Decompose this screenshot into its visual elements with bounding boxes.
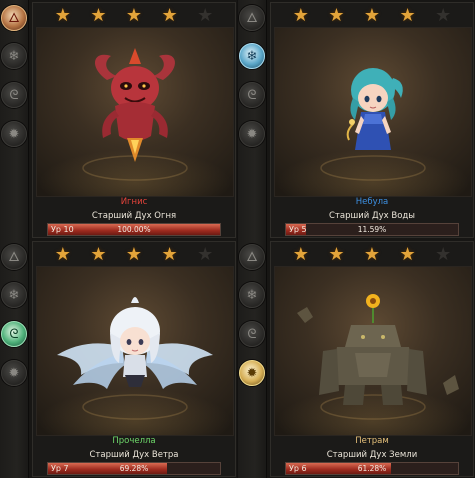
star-icon: ★ xyxy=(328,244,345,265)
wind-icon[interactable]: ᘓ xyxy=(1,82,27,108)
fire-spirit-figure xyxy=(82,48,188,181)
star-empty-icon: ★ xyxy=(435,5,452,26)
star-empty-icon: ★ xyxy=(197,244,214,265)
star-icon: ★ xyxy=(328,5,345,26)
fire-icon[interactable]: 🜂 xyxy=(1,5,27,31)
star-rating: ★ ★ ★ ★ ★ xyxy=(33,3,235,29)
spirit-panel-fire: 🜂 ❄ ᘓ ✹ ★ ★ ★ ★ ★ Игнис Старший Дух Огня… xyxy=(0,0,237,239)
spirit-panel-wind: 🜂 ❄ ᘓ ✹ ★ ★ ★ ★ ★ Прочелла Старший Дух В… xyxy=(0,239,237,478)
spirit-card: ★ ★ ★ ★ ★ xyxy=(32,241,236,477)
star-icon: ★ xyxy=(161,244,178,265)
star-icon: ★ xyxy=(399,5,416,26)
wind-icon[interactable]: ᘓ xyxy=(1,321,27,347)
fire-icon[interactable]: 🜂 xyxy=(239,244,265,270)
element-sidebar: 🜂 ❄ ᘓ ✹ xyxy=(238,0,267,239)
earth-icon[interactable]: ✹ xyxy=(1,121,27,147)
earth-spirit-figure xyxy=(297,294,459,420)
spirit-title: Старший Дух Земли xyxy=(326,450,418,460)
earth-icon[interactable]: ✹ xyxy=(239,121,265,147)
spirit-card: ★ ★ ★ ★ ★ xyxy=(270,2,474,238)
spirit-portrait-stage xyxy=(274,27,472,197)
star-empty-icon: ★ xyxy=(197,5,214,26)
star-icon: ★ xyxy=(292,5,309,26)
spirit-panel-water: 🜂 ❄ ᘓ ✹ ★ ★ ★ ★ ★ Небула Старший Дух Вод… xyxy=(238,0,475,239)
star-icon: ★ xyxy=(399,244,416,265)
snowflake-icon[interactable]: ❄ xyxy=(239,43,265,69)
progress-percent: 100.00% xyxy=(117,225,151,234)
star-icon: ★ xyxy=(90,5,107,26)
star-rating: ★ ★ ★ ★ ★ xyxy=(33,242,235,268)
spirit-name: Игнис xyxy=(120,197,148,207)
star-empty-icon: ★ xyxy=(435,244,452,265)
spirit-name: Небула xyxy=(355,197,389,207)
star-rating: ★ ★ ★ ★ ★ xyxy=(271,3,473,29)
element-sidebar: 🜂 ❄ ᘓ ✹ xyxy=(0,239,29,478)
spirit-title: Старший Дух Огня xyxy=(91,211,177,221)
spirit-title: Старший Дух Воды xyxy=(328,211,416,221)
level-progress-bar: Ур 6 61.28% xyxy=(285,462,459,475)
water-spirit-figure xyxy=(320,68,426,181)
star-icon: ★ xyxy=(363,244,381,265)
progress-percent: 69.28% xyxy=(119,464,149,473)
spirit-panel-earth: 🜂 ❄ ᘓ ✹ ★ ★ ★ ★ ★ Петрам Старший Дух Зем… xyxy=(238,239,475,478)
element-sidebar: 🜂 ❄ ᘓ ✹ xyxy=(0,0,29,239)
star-icon: ★ xyxy=(125,244,143,265)
star-icon: ★ xyxy=(90,244,107,265)
snowflake-icon[interactable]: ❄ xyxy=(239,282,265,308)
spirit-card: ★ ★ ★ ★ ★ xyxy=(32,2,236,238)
star-icon: ★ xyxy=(125,5,143,26)
progress-percent: 11.59% xyxy=(357,225,387,234)
level-progress-bar: Ур 5 11.59% xyxy=(285,223,459,236)
star-icon: ★ xyxy=(363,5,381,26)
spirit-name: Петрам xyxy=(355,436,389,446)
spirit-portrait-stage xyxy=(36,27,234,197)
wind-spirit-figure xyxy=(57,297,213,420)
spirit-card: ★ ★ ★ ★ ★ xyxy=(270,241,474,477)
spirit-name: Прочелла xyxy=(112,436,156,446)
fire-icon[interactable]: 🜂 xyxy=(1,244,27,270)
spirit-portrait-stage xyxy=(274,266,472,436)
star-icon: ★ xyxy=(54,5,71,26)
wind-icon[interactable]: ᘓ xyxy=(239,321,265,347)
star-icon: ★ xyxy=(292,244,309,265)
spirit-portrait-stage xyxy=(36,266,234,436)
progress-percent: 61.28% xyxy=(357,464,387,473)
level-progress-bar: Ур 7 69.28% xyxy=(47,462,221,475)
fire-icon[interactable]: 🜂 xyxy=(239,5,265,31)
wind-icon[interactable]: ᘓ xyxy=(239,82,265,108)
level-progress-bar: Ур 10 100.00% xyxy=(47,223,221,236)
earth-icon[interactable]: ✹ xyxy=(1,360,27,386)
earth-icon[interactable]: ✹ xyxy=(239,360,265,386)
star-icon: ★ xyxy=(161,5,178,26)
element-sidebar: 🜂 ❄ ᘓ ✹ xyxy=(238,239,267,478)
star-icon: ★ xyxy=(54,244,71,265)
star-rating: ★ ★ ★ ★ ★ xyxy=(271,242,473,268)
spirit-title: Старший Дух Ветра xyxy=(89,450,179,460)
snowflake-icon[interactable]: ❄ xyxy=(1,282,27,308)
snowflake-icon[interactable]: ❄ xyxy=(1,43,27,69)
